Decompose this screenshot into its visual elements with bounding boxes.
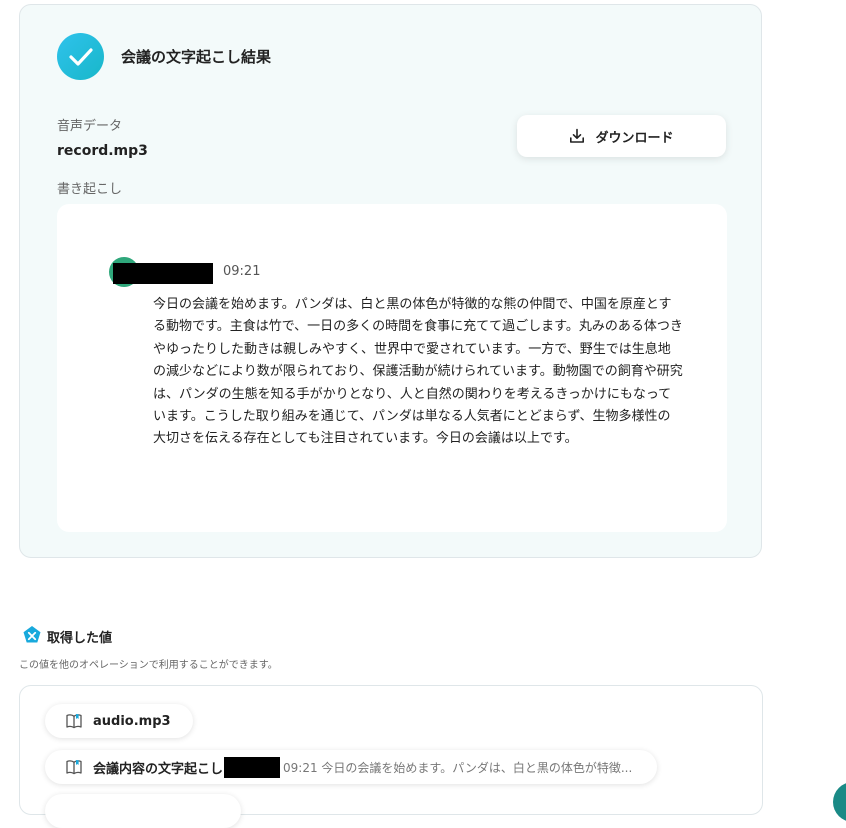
check-icon [57, 33, 104, 80]
download-button[interactable]: ダウンロード [517, 115, 726, 157]
value-chip[interactable] [45, 794, 241, 828]
values-title: 取得した値 [47, 631, 113, 646]
floating-action-button[interactable] [833, 782, 846, 822]
redacted-speaker-name [113, 263, 213, 284]
transcript-label: 書き起こし [57, 182, 123, 197]
transcription-result-card: 会議の文字起こし結果 音声データ record.mp3 ダウンロード 書き起こし… [19, 4, 762, 558]
download-icon [570, 128, 585, 143]
value-chip-name: 会議内容の文字起こし [93, 761, 224, 777]
book-icon [66, 760, 82, 775]
book-icon [66, 714, 82, 729]
values-description: この値を他のオペレーションで利用することができます。 [19, 660, 278, 671]
download-label: ダウンロード [595, 130, 674, 146]
redacted-value [224, 756, 281, 778]
variable-icon [23, 626, 41, 643]
value-chip[interactable]: audio.mp3 [45, 704, 193, 738]
value-chip-name: audio.mp3 [93, 713, 171, 729]
message-text: 今日の会議を始めます。パンダは、白と黒の体色が特徴的な熊の仲間で、中国を原産とす… [153, 297, 683, 447]
audio-file-name: record.mp3 [57, 143, 148, 159]
audio-data-label: 音声データ [57, 119, 123, 134]
value-chip[interactable]: 会議内容の文字起こし 09:21 今日の会議を始めます。パンダは、白と黒の体色が… [45, 750, 657, 784]
message-time: 09:21 [223, 264, 261, 279]
result-title: 会議の文字起こし結果 [121, 48, 272, 66]
transcript-box: 09:21 今日の会議を始めます。パンダは、白と黒の体色が特徴的な熊の仲間で、中… [57, 204, 727, 532]
value-chip-preview: 09:21 今日の会議を始めます。パンダは、白と黒の体色が特徴... [283, 760, 633, 775]
